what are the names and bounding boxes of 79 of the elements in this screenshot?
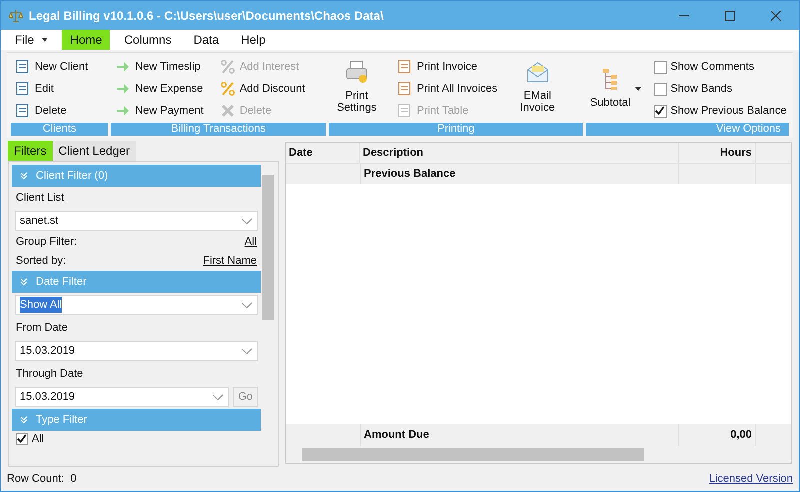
card-icon [15, 59, 31, 75]
panel-tab[interactable]: Client Ledger [52, 141, 136, 161]
checkbox-option[interactable]: All [12, 431, 261, 445]
group-label: View Options [586, 123, 789, 136]
maximize-icon [725, 10, 735, 20]
card-icon [15, 103, 31, 119]
collapse-icon [20, 172, 28, 180]
ribbon-button[interactable]: New Payment [111, 100, 208, 122]
arrow-icon [115, 103, 132, 119]
ribbon-button[interactable]: Add Discount [216, 78, 310, 100]
close-icon [771, 10, 781, 20]
chevron-icon [212, 394, 224, 400]
section-title: Type Filter [36, 412, 88, 428]
menu-item[interactable]: File [7, 30, 56, 50]
field-label: Through Date [15, 367, 84, 382]
ribbon-large-button[interactable]: Print Settings [328, 56, 385, 122]
percent-icon [220, 59, 236, 75]
filter-link[interactable]: All [244, 234, 257, 251]
checkbox[interactable] [654, 60, 667, 74]
column-header[interactable]: Date [286, 143, 360, 163]
horizontal-scrollbar[interactable] [286, 446, 791, 463]
license-link[interactable]: Licensed Version [709, 470, 793, 488]
group-label: Billing Transactions [111, 123, 326, 136]
arrow-icon [115, 81, 132, 97]
percent-icon [220, 81, 236, 97]
checkbox[interactable] [654, 104, 667, 118]
column-header[interactable]: Description [360, 143, 679, 163]
chevron-icon [241, 218, 253, 224]
card-icon [15, 81, 31, 97]
row-count: Row Count: 0 [7, 472, 77, 487]
checkbox-option[interactable]: Show Comments [654, 56, 787, 78]
ribbon-button[interactable]: New Expense [111, 78, 208, 100]
chevron-icon [241, 302, 253, 308]
chevron-icon [241, 348, 253, 354]
combo-box[interactable]: 15.03.2019 [15, 387, 230, 407]
ribbon-button[interactable]: Delete [11, 100, 92, 122]
checkbox[interactable] [654, 82, 667, 96]
panel-tab[interactable]: Filters [8, 141, 53, 161]
combo-box[interactable]: Show All [15, 295, 258, 315]
checkbox-option[interactable]: Show Bands [654, 78, 787, 100]
ribbon-button[interactable]: New Client [11, 56, 92, 78]
collapse-icon [20, 416, 28, 424]
group-label: Printing [328, 123, 584, 136]
x-icon [220, 103, 236, 119]
combo-box[interactable]: sanet.st [15, 211, 258, 231]
combo-box[interactable]: 15.03.2019 [15, 341, 258, 361]
collapse-icon [20, 278, 28, 286]
checkbox-option[interactable]: Show Previous Balance [654, 100, 787, 122]
filter-link[interactable]: First Name [203, 253, 257, 270]
ribbon-button[interactable]: Print All Invoices [392, 78, 502, 100]
printer-icon [344, 60, 370, 86]
field-label: Sorted by: [16, 254, 66, 270]
menu-item[interactable]: Data [186, 30, 228, 50]
ribbon-button[interactable]: Edit [11, 78, 92, 100]
page-icon [396, 59, 413, 75]
table-cell: Previous Balance [360, 164, 679, 184]
page-icon [396, 81, 413, 97]
scroll-thumb[interactable] [262, 175, 274, 320]
page-icon [396, 103, 413, 119]
caret-icon [634, 87, 642, 91]
section-title: Client Filter (0) [36, 168, 108, 184]
menu-item[interactable]: Home [62, 30, 110, 50]
menu-item[interactable]: Columns [116, 30, 180, 50]
scales-icon [9, 8, 23, 22]
scroll-thumb[interactable] [302, 448, 644, 461]
field-label: Client List [15, 191, 66, 206]
checkbox[interactable] [16, 433, 28, 445]
window-title: Legal Billing v10.1.0.6 - C:\Users\user\Documents\Chaos Data\ [29, 8, 385, 24]
ribbon-button[interactable]: New Timeslip [111, 56, 208, 78]
arrow-icon [115, 59, 132, 75]
group-label: Clients [11, 123, 108, 136]
field-label: Group Filter: [16, 235, 78, 250]
ribbon-large-button[interactable]: EMail Invoice [510, 56, 566, 122]
section-title: Date Filter [36, 274, 87, 290]
ribbon-button[interactable]: Print Invoice [392, 56, 502, 78]
menu-item[interactable]: Help [233, 30, 274, 50]
field-label: From Date [15, 321, 69, 336]
subtotal-dropdown[interactable]: Subtotal [586, 56, 646, 122]
column-header[interactable]: Hours [679, 143, 756, 163]
